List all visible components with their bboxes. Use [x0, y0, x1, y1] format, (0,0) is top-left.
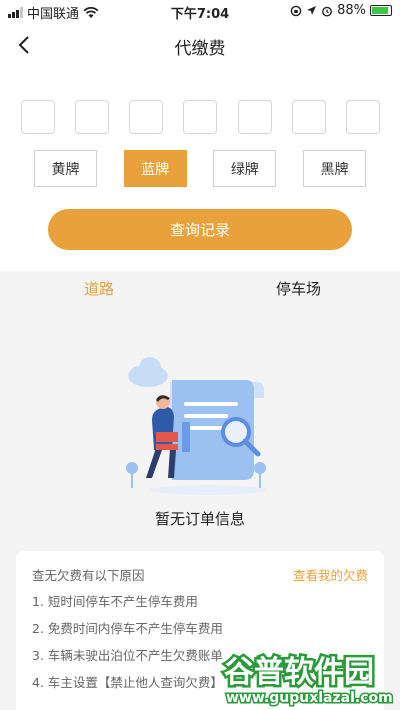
plate-char-input[interactable] — [345, 100, 380, 134]
battery-icon — [370, 5, 392, 16]
page-title: 代缴费 — [174, 39, 226, 59]
plate-char-input[interactable] — [129, 100, 164, 134]
black-plate-button[interactable]: 黑牌 — [302, 150, 366, 187]
watermark-logo: 谷普软件园 www.gupuxlazal.com — [222, 653, 395, 708]
yellow-plate-button[interactable]: 黄牌 — [34, 150, 97, 187]
tab-parking-lot[interactable]: 停车场 — [276, 278, 321, 299]
cloud-icon — [128, 357, 168, 387]
alarm-icon — [322, 6, 332, 16]
plate-char-input[interactable] — [183, 100, 218, 134]
battery-percent: 88% — [337, 3, 366, 18]
plate-char-input[interactable] — [21, 100, 55, 134]
view-my-arrears-link[interactable]: 查看我的欠费 — [293, 565, 368, 584]
plate-char-input[interactable] — [291, 100, 326, 134]
query-records-button[interactable]: 查询记录 — [48, 209, 352, 250]
blue-plate-button[interactable]: 蓝牌 — [123, 150, 187, 187]
green-plate-button[interactable]: 绿牌 — [213, 150, 277, 187]
plate-input-row — [21, 100, 380, 134]
status-bar: 中国联通 下午7:04 88% — [0, 0, 400, 22]
plate-color-row: 黄牌 蓝牌 绿牌 黑牌 — [34, 150, 366, 187]
reason-item: 2. 免费时间内停车不产生停车费用 — [32, 621, 223, 636]
empty-state-illustration — [126, 357, 266, 495]
reasons-title: 查无欠费有以下原因 — [32, 568, 145, 583]
plate-card: 黄牌 蓝牌 绿牌 黑牌 查询记录 — [0, 68, 400, 271]
empty-state-message: 暂无订单信息 — [154, 510, 245, 528]
reason-item: 1. 短时间停车不产生停车费用 — [32, 594, 198, 609]
nav-bar: 代缴费 — [0, 22, 400, 68]
svg-text:谷普软件园: 谷普软件园 — [224, 655, 374, 690]
tab-bar: 道路 停车场 — [0, 271, 400, 305]
reason-item: 4. 车主设置【禁止他人查询欠费】 — [32, 675, 223, 690]
reason-item: 3. 车辆未驶出泊位不产生欠费账单 — [32, 648, 223, 663]
orientation-lock-icon — [290, 5, 302, 16]
svg-text:www.gupuxlazal.com: www.gupuxlazal.com — [226, 690, 393, 706]
location-icon — [307, 6, 317, 15]
plate-char-input[interactable] — [237, 100, 272, 134]
plate-char-input[interactable] — [75, 100, 110, 134]
status-right: 88% — [290, 3, 392, 18]
tab-road[interactable]: 道路 — [84, 278, 114, 299]
